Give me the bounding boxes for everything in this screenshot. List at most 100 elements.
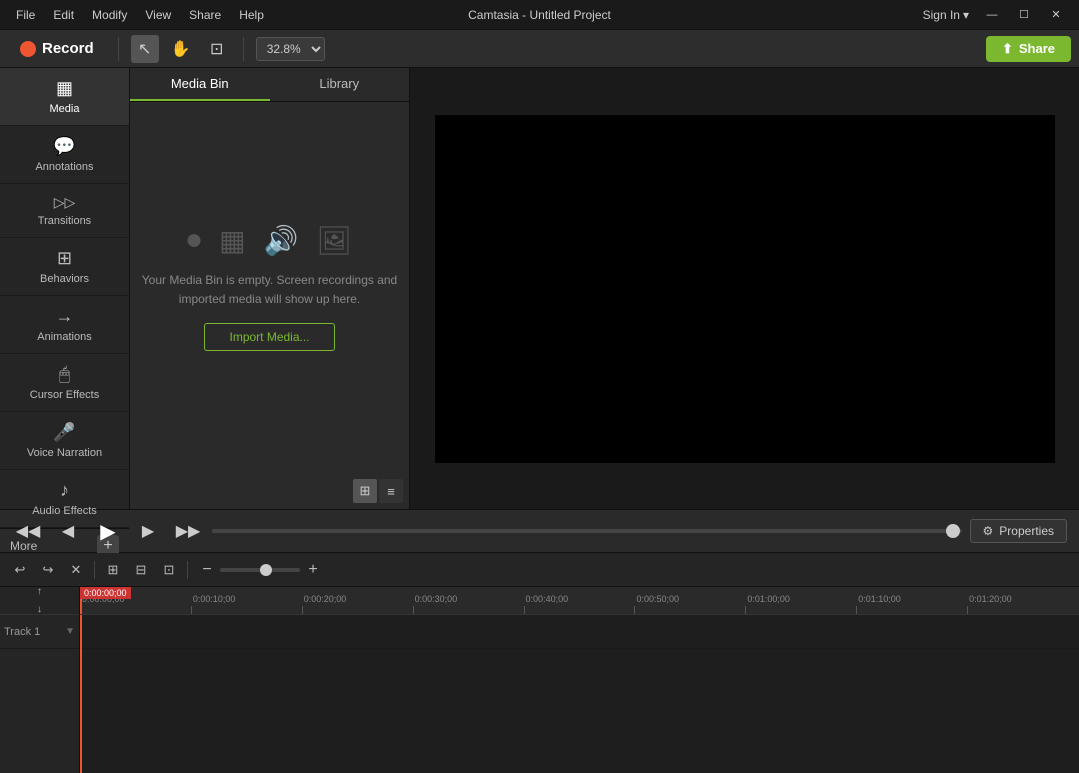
share-button[interactable]: ⬆ Share xyxy=(986,36,1071,62)
sidebar-item-voice-narration[interactable]: 🎤 Voice Narration xyxy=(0,412,129,470)
media-bin-content: ⏺ ▦ 🔊 🖼 Your Media Bin is empty. Screen … xyxy=(130,102,409,473)
zoom-out-button[interactable]: − xyxy=(198,561,216,579)
record-dot xyxy=(20,41,36,57)
zoom-slider[interactable] xyxy=(220,568,300,572)
copy-props-button[interactable]: ⊞ xyxy=(101,558,125,582)
record-label: Record xyxy=(42,40,94,57)
playback-thumb xyxy=(946,524,960,538)
track-lane-empty xyxy=(80,649,1079,773)
media-empty-message: Your Media Bin is empty. Screen recordin… xyxy=(130,271,409,309)
zoom-slider-thumb xyxy=(260,564,272,576)
voice-narration-icon: 🎤 xyxy=(53,422,75,443)
share-icon: ⬆ xyxy=(1002,41,1013,57)
panel-tabs: Media Bin Library xyxy=(130,68,409,102)
track-lane-1 xyxy=(80,615,1079,649)
window-controls: — ☐ ✕ xyxy=(977,5,1071,25)
tl-separator-1 xyxy=(94,561,95,579)
toolbar-separator-1 xyxy=(118,37,119,61)
properties-button[interactable]: ⚙ Properties xyxy=(970,519,1067,543)
share-label: Share xyxy=(1019,41,1055,56)
step-back-button[interactable]: ◀ xyxy=(52,515,84,547)
ruler-mark-6: 0:01:00;00 xyxy=(745,587,790,614)
title-bar: File Edit Modify View Share Help Camtasi… xyxy=(0,0,1079,30)
zoom-controls: − + xyxy=(198,561,322,579)
recording-icon: ⏺ xyxy=(187,224,201,257)
ruler-mark-8: 0:01:20;00 xyxy=(967,587,1012,614)
animations-icon: → xyxy=(56,306,74,327)
maximize-button[interactable]: ☐ xyxy=(1009,5,1039,25)
sidebar-item-media[interactable]: ▦ Media xyxy=(0,68,129,126)
top-toolbar: Record ↖ ✋ ⊡ 32.8% ⬆ Share xyxy=(0,30,1079,68)
step-forward-button[interactable]: ▶ xyxy=(132,515,164,547)
properties-label: Properties xyxy=(999,524,1054,538)
gear-icon: ⚙ xyxy=(983,524,994,538)
sidebar-item-label-annotations: Annotations xyxy=(35,161,93,173)
sidebar-item-annotations[interactable]: 💬 Annotations xyxy=(0,126,129,184)
list-view-button[interactable]: ≡ xyxy=(379,479,403,503)
audio-effects-icon: ♪ xyxy=(60,480,69,501)
track-headers-panel: ↑ ↓ Track 1 ▼ xyxy=(0,587,80,773)
menu-view[interactable]: View xyxy=(137,6,179,24)
video-icon: ▦ xyxy=(219,224,245,257)
ruler-mark-7: 0:01:10;00 xyxy=(856,587,901,614)
track-add-button[interactable]: ↑ xyxy=(32,587,48,600)
select-tool-button[interactable]: ↖ xyxy=(131,35,159,63)
timeline-area: ↩ ↪ ✕ ⊞ ⊟ ⊡ − + ↑ ↓ Track xyxy=(0,553,1079,773)
audio-icon: 🔊 xyxy=(264,224,299,257)
delete-button[interactable]: ✕ xyxy=(64,558,88,582)
import-media-button[interactable]: Import Media... xyxy=(204,323,334,351)
track-1-label: Track 1 xyxy=(4,626,40,638)
go-to-end-button[interactable]: ▶▶ xyxy=(172,515,204,547)
preview-area xyxy=(410,68,1079,509)
track-row-1: Track 1 ▼ xyxy=(0,615,79,649)
sidebar-item-label-animations: Animations xyxy=(37,331,91,343)
timeline-ruler[interactable]: 0:00:00;00 0:00:00;00 0:00:10;00 0:00:20… xyxy=(80,587,1079,615)
app-title: Camtasia - Untitled Project xyxy=(468,8,611,22)
timeline-content: ↑ ↓ Track 1 ▼ 0:00:00;00 0:00:00;00 xyxy=(0,587,1079,773)
grid-view-button[interactable]: ⊞ xyxy=(353,479,377,503)
track-1-collapse-icon[interactable]: ▼ xyxy=(65,626,75,637)
ruler-mark-4: 0:00:40;00 xyxy=(524,587,569,614)
ruler-mark-3: 0:00:30;00 xyxy=(413,587,458,614)
record-button[interactable]: Record xyxy=(8,36,106,61)
zoom-selector[interactable]: 32.8% xyxy=(256,37,325,61)
menu-bar: File Edit Modify View Share Help xyxy=(8,6,272,24)
sidebar-item-label-transitions: Transitions xyxy=(38,215,91,227)
annotations-icon: 💬 xyxy=(53,136,75,157)
sidebar-item-cursor-effects[interactable]: 🖱 Cursor Effects xyxy=(0,354,129,412)
tab-media-bin[interactable]: Media Bin xyxy=(130,68,270,101)
split-button[interactable]: ⊡ xyxy=(157,558,181,582)
signin-button[interactable]: Sign In▾ xyxy=(923,8,969,22)
timeline-ruler-wrapper: 0:00:00;00 0:00:00;00 0:00:10;00 0:00:20… xyxy=(80,587,1079,773)
sidebar-item-label-media: Media xyxy=(50,103,80,115)
preview-canvas xyxy=(435,115,1055,463)
tl-separator-2 xyxy=(187,561,188,579)
menu-edit[interactable]: Edit xyxy=(45,6,82,24)
menu-file[interactable]: File xyxy=(8,6,43,24)
menu-share[interactable]: Share xyxy=(181,6,229,24)
timeline-tracks xyxy=(80,615,1079,773)
sidebar-item-behaviors[interactable]: ⊞ Behaviors xyxy=(0,238,129,296)
play-button[interactable]: ▶ xyxy=(92,515,124,547)
sidebar-item-animations[interactable]: → Animations xyxy=(0,296,129,354)
paste-props-button[interactable]: ⊟ xyxy=(129,558,153,582)
crop-tool-button[interactable]: ⊡ xyxy=(203,35,231,63)
toolbar-separator-2 xyxy=(243,37,244,61)
menu-help[interactable]: Help xyxy=(231,6,272,24)
sidebar-item-transitions[interactable]: ▷▷ Transitions xyxy=(0,184,129,238)
timeline-toolbar: ↩ ↪ ✕ ⊞ ⊟ ⊡ − + xyxy=(0,553,1079,587)
redo-button[interactable]: ↪ xyxy=(36,558,60,582)
tab-library[interactable]: Library xyxy=(270,68,410,101)
go-to-start-button[interactable]: ◀◀ xyxy=(12,515,44,547)
minimize-button[interactable]: — xyxy=(977,5,1007,25)
zoom-in-button[interactable]: + xyxy=(304,561,322,579)
menu-modify[interactable]: Modify xyxy=(84,6,135,24)
timeline-playhead-line xyxy=(80,615,82,773)
playback-slider[interactable] xyxy=(212,529,962,533)
close-button[interactable]: ✕ xyxy=(1041,5,1071,25)
cursor-effects-icon: 🖱 xyxy=(59,364,70,385)
undo-button[interactable]: ↩ xyxy=(8,558,32,582)
media-icon: ▦ xyxy=(56,78,73,99)
hand-tool-button[interactable]: ✋ xyxy=(167,35,195,63)
sidebar-item-label-cursor-effects: Cursor Effects xyxy=(30,389,100,401)
